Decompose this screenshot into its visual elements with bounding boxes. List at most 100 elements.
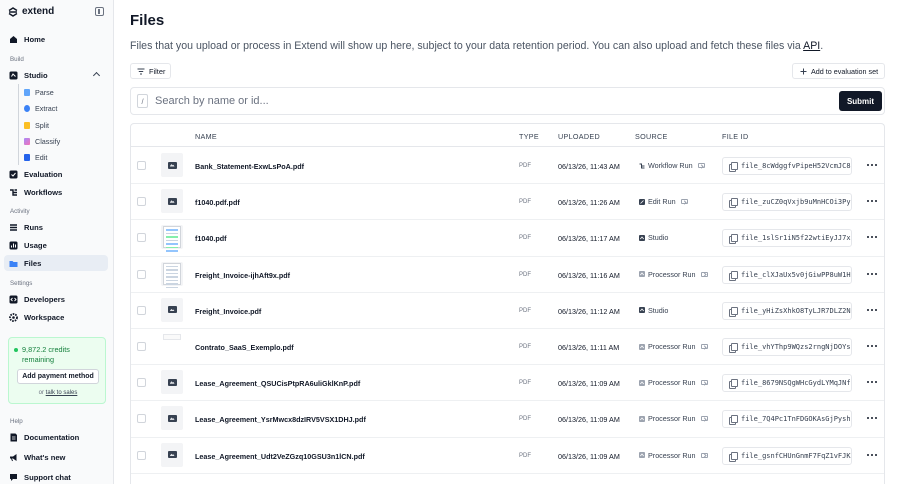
table-row[interactable]: Lease_Agreement_YsrMwcx8dzIRV5VSX1DHJ.pd… <box>131 401 884 438</box>
external-link-icon[interactable] <box>700 380 708 386</box>
file-name[interactable]: Lease_Agreement_QSUCisPtpRA6uliGklKnP.pd… <box>195 379 360 388</box>
more-actions-icon[interactable] <box>867 413 877 423</box>
row-checkbox[interactable] <box>137 161 146 170</box>
external-link-icon[interactable] <box>700 344 708 349</box>
column-header-name[interactable]: NAME <box>195 132 217 141</box>
file-id-copy-button[interactable]: file_vhYThp9WQzs2rngNjDOYs <box>722 338 852 356</box>
sidebar-item-whats-new[interactable]: What's new <box>4 449 108 465</box>
row-checkbox[interactable] <box>137 197 146 207</box>
file-thumbnail[interactable] <box>161 370 183 395</box>
file-thumbnail[interactable] <box>161 261 183 289</box>
table-row[interactable]: Lease_Agreement_QSUCisPtpRA6uliGklKnP.pd… <box>131 365 884 402</box>
file-name[interactable]: f1040.pdf <box>195 234 227 243</box>
file-thumbnail[interactable] <box>161 225 183 252</box>
file-id-copy-button[interactable]: file_1slSr1iN5f22wtiEyJJ7x <box>722 229 852 248</box>
row-checkbox[interactable] <box>137 269 146 279</box>
brand[interactable]: extend <box>8 6 54 17</box>
more-actions-icon[interactable] <box>867 232 877 242</box>
sidebar-item-usage[interactable]: Usage <box>4 237 108 253</box>
column-header-uploaded[interactable]: UPLOADED <box>558 132 600 141</box>
sidebar-item-runs[interactable]: Runs <box>4 219 108 235</box>
file-id-copy-button[interactable]: file_gsnfCHUnGnmF7FqZ1vFJK <box>722 446 852 465</box>
more-actions-icon[interactable] <box>867 377 877 387</box>
more-actions-icon[interactable] <box>867 269 877 279</box>
column-header-file-id[interactable]: FILE ID <box>722 132 748 141</box>
more-actions-icon[interactable] <box>867 305 877 315</box>
collapse-sidebar-icon[interactable] <box>95 7 104 16</box>
talk-to-sales-link[interactable]: talk to sales <box>46 390 78 396</box>
row-checkbox[interactable] <box>137 342 146 351</box>
credits-remaining: 9,872.2 credits remaining <box>22 345 70 364</box>
sidebar-item-studio[interactable]: Studio <box>4 67 108 83</box>
table-row[interactable]: Freight_Invoice.pdf PDF 06/13/26, 11:12 AM… <box>131 293 884 329</box>
file-id-copy-button[interactable]: file_7Q4Pc1TnFDGOKAsGjPysh <box>722 410 852 429</box>
file-name[interactable]: Lease_Agreement_YsrMwcx8dzIRV5VSX1DHJ.pd… <box>195 415 366 424</box>
file-id-copy-button[interactable]: file_zuCZ0qVxjb9uMnHCOi3Py <box>722 193 852 212</box>
table-row[interactable]: Bank_Statement-ExwLsPoA.pdf PDF 06/13/26, … <box>131 148 884 185</box>
file-name[interactable]: Freight_Invoice-ijhAft9x.pdf <box>195 271 290 280</box>
file-name[interactable]: f1040.pdf.pdf <box>195 198 240 207</box>
row-checkbox[interactable] <box>137 414 146 424</box>
sidebar-item-workflows[interactable]: Workflows <box>4 184 108 200</box>
add-to-evaluation-set-button[interactable]: Add to evaluation set <box>792 63 885 79</box>
chevron-up-icon[interactable] <box>92 71 101 80</box>
brand-name: extend <box>22 6 55 17</box>
column-header-type[interactable]: TYPE <box>519 132 539 141</box>
row-checkbox[interactable] <box>137 450 146 460</box>
search-input[interactable] <box>155 92 815 110</box>
source-label: Processor Run <box>648 450 696 460</box>
filter-button[interactable]: Filter <box>130 63 171 79</box>
sidebar-item-documentation[interactable]: Documentation <box>4 429 108 445</box>
sidebar-subitem-split[interactable]: Split <box>22 118 108 132</box>
row-checkbox[interactable] <box>137 305 146 315</box>
file-id-copy-button[interactable]: file_yHiZsXhkO8TyLJR7DLZ2N <box>722 301 852 320</box>
row-checkbox[interactable] <box>137 378 146 388</box>
column-header-source[interactable]: SOURCE <box>635 132 668 141</box>
external-link-icon[interactable] <box>700 452 708 458</box>
more-actions-icon[interactable] <box>867 450 877 460</box>
submit-button[interactable]: Submit <box>839 91 882 111</box>
file-name[interactable]: Freight_Invoice.pdf <box>195 307 261 316</box>
file-id-copy-button[interactable]: file_clXJaUx5v0jGiwPP8uW1H <box>722 265 852 284</box>
row-checkbox[interactable] <box>137 233 146 243</box>
sidebar-item-label: Workflows <box>24 187 63 197</box>
external-link-icon[interactable] <box>700 271 708 277</box>
sidebar-subitem-edit[interactable]: Edit <box>22 150 108 164</box>
api-link[interactable]: API <box>803 40 820 52</box>
more-actions-icon[interactable] <box>867 196 877 206</box>
sidebar-item-support-chat[interactable]: Support chat <box>4 469 108 484</box>
table-row[interactable]: Freight_Invoice-ijhAft9x.pdf PDF 06/13/26,… <box>131 257 884 293</box>
file-thumbnail[interactable] <box>161 153 183 177</box>
file-thumbnail[interactable] <box>161 406 183 431</box>
table-row[interactable]: Lease_Agreement_Udt2VeZGzq10GSU3n1lCN.pd… <box>131 438 884 474</box>
external-link-icon[interactable] <box>697 163 705 168</box>
sidebar-item-developers[interactable]: Developers <box>4 291 108 307</box>
table-row[interactable]: Contrato_SaaS_Exemplo.pdf PDF 06/13/26, 11… <box>131 329 884 366</box>
file-thumbnail[interactable] <box>161 297 183 322</box>
external-link-icon[interactable] <box>700 416 708 422</box>
sidebar-subitem-classify[interactable]: Classify <box>22 134 108 148</box>
page-preview-icon <box>163 334 181 340</box>
file-id-copy-button[interactable]: file_8679NSQgWHcGydLYMqJNf <box>722 374 852 393</box>
external-link-icon[interactable] <box>680 199 688 205</box>
add-payment-method-button[interactable]: Add payment method <box>17 369 99 384</box>
uploaded-time: 06/13/26, 11:16 AM <box>558 270 620 280</box>
file-name[interactable]: Lease_Agreement_Udt2VeZGzq10GSU3n1lCN.pd… <box>195 452 365 461</box>
sidebar-subitem-parse[interactable]: Parse <box>22 85 108 99</box>
sidebar-item-files[interactable]: Files <box>4 255 108 271</box>
more-actions-icon[interactable] <box>867 341 877 351</box>
table-row[interactable]: f1040.pdf PDF 06/13/26, 11:17 AM Studio file… <box>131 220 884 257</box>
file-name[interactable]: Contrato_SaaS_Exemplo.pdf <box>195 343 294 352</box>
sidebar-item-workspace[interactable]: Workspace <box>4 309 108 325</box>
sidebar: extend Home Build Studio Parse Extract S… <box>0 0 114 484</box>
file-name[interactable]: Bank_Statement-ExwLsPoA.pdf <box>195 162 304 171</box>
table-row[interactable]: f1040.pdf.pdf PDF 06/13/26, 11:26 AM Edit R… <box>131 184 884 221</box>
file-thumbnail[interactable] <box>161 442 183 467</box>
more-actions-icon[interactable] <box>867 160 877 170</box>
sidebar-item-evaluation[interactable]: Evaluation <box>4 166 108 182</box>
file-id-copy-button[interactable]: file_8cWdggfvPipeH52VcmJC8 <box>722 157 852 175</box>
file-thumbnail[interactable] <box>161 189 183 214</box>
sidebar-item-home[interactable]: Home <box>4 31 108 47</box>
sidebar-subitem-extract[interactable]: Extract <box>22 101 108 115</box>
file-thumbnail[interactable] <box>161 334 183 358</box>
